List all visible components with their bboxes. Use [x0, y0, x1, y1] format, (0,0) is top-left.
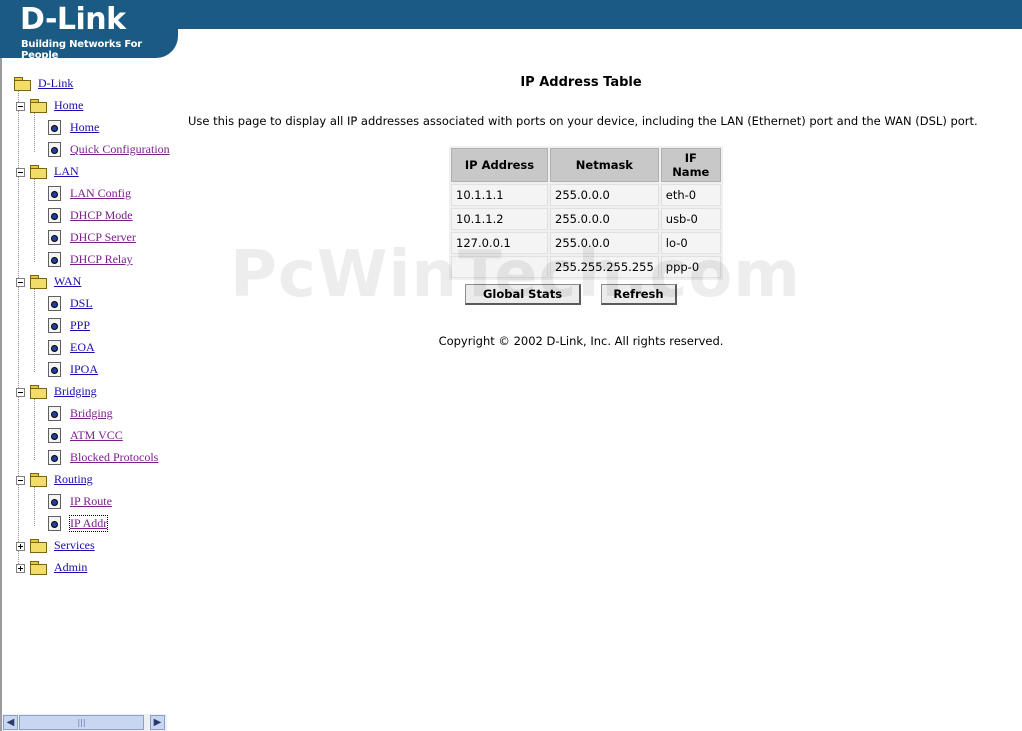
refresh-button[interactable]: Refresh	[601, 284, 677, 305]
expand-icon[interactable]	[16, 564, 25, 573]
cell-netmask: 255.0.0.0	[550, 208, 659, 230]
ip-address-table: IP Address Netmask IF Name 10.1.1.1 255.…	[449, 146, 723, 280]
main-content: IP Address Table Use this page to displa…	[175, 58, 1022, 731]
cell-ip-address: 127.0.0.1	[451, 232, 548, 254]
folder-icon	[30, 539, 47, 553]
sidebar-item-label[interactable]: IPOA	[70, 362, 98, 377]
tree-group-label[interactable]: LAN	[54, 164, 79, 179]
page-title: IP Address Table	[520, 75, 642, 90]
sidebar-item-label[interactable]: Blocked Protocols	[70, 450, 158, 465]
page-description: Use this page to display all IP addresse…	[188, 114, 978, 128]
global-stats-button[interactable]: Global Stats	[465, 284, 581, 305]
tree-line	[34, 486, 35, 526]
folder-open-icon	[30, 165, 47, 179]
tree-line	[34, 398, 35, 460]
cell-if-name: eth-0	[660, 184, 721, 206]
folder-icon	[14, 77, 31, 91]
table-row: 127.0.0.1 255.0.0.0 lo-0	[451, 232, 721, 254]
scroll-left-icon[interactable]: ◀	[3, 715, 18, 730]
sidebar-item-label[interactable]: Bridging	[70, 406, 113, 421]
sidebar-item-label[interactable]: Home	[70, 120, 99, 135]
page-icon	[48, 296, 61, 311]
table-row: 10.1.1.1 255.0.0.0 eth-0	[451, 184, 721, 206]
page-icon	[48, 450, 61, 465]
page-icon	[48, 230, 61, 245]
tree-group-label[interactable]: Routing	[54, 472, 93, 487]
logo: D-Link Building Networks For People	[0, 0, 178, 61]
sidebar-item-label[interactable]: IP Route	[70, 494, 112, 509]
tree-line	[34, 112, 35, 152]
cell-if-name: lo-0	[660, 232, 721, 254]
folder-open-icon	[30, 473, 47, 487]
page-icon	[48, 318, 61, 333]
copyright-text: Copyright © 2002 D-Link, Inc. All rights…	[438, 334, 724, 348]
cell-netmask: 255.0.0.0	[550, 232, 659, 254]
sidebar-item-label[interactable]: IP Addr	[68, 515, 109, 532]
page-icon	[48, 406, 61, 421]
sidebar-item-label[interactable]: DSL	[70, 296, 93, 311]
folder-open-icon	[30, 385, 47, 399]
cell-netmask: 255.255.255.255	[550, 256, 659, 278]
column-header: IF Name	[660, 148, 721, 182]
sidebar-item-label[interactable]: Quick Configuration	[70, 142, 170, 157]
scroll-right-icon[interactable]: ▶	[150, 715, 165, 730]
column-header: Netmask	[550, 148, 659, 182]
tree-group-label[interactable]: Services	[54, 538, 95, 553]
expand-icon[interactable]	[16, 542, 25, 551]
cell-if-name: usb-0	[660, 208, 721, 230]
tree-group-label[interactable]: WAN	[54, 274, 81, 289]
collapse-icon[interactable]	[16, 168, 25, 177]
folder-open-icon	[30, 99, 47, 113]
page-icon	[48, 428, 61, 443]
collapse-icon[interactable]	[16, 102, 25, 111]
sidebar: D-Link Home Home Quick Configuration LAN…	[0, 58, 175, 731]
page-icon	[48, 494, 61, 509]
tree-line	[18, 90, 19, 572]
cell-ip-address	[451, 256, 548, 278]
sidebar-item-label[interactable]: LAN Config	[70, 186, 131, 201]
page-icon	[48, 362, 61, 377]
sidebar-item-label[interactable]: DHCP Mode	[70, 208, 133, 223]
collapse-icon[interactable]	[16, 476, 25, 485]
page-icon	[48, 516, 61, 531]
table-row: 255.255.255.255 ppp-0	[451, 256, 721, 278]
cell-ip-address: 10.1.1.1	[451, 184, 548, 206]
sidebar-item-label[interactable]: DHCP Relay	[70, 252, 133, 267]
logo-text: D-Link	[20, 2, 126, 37]
cell-if-name: ppp-0	[660, 256, 721, 278]
collapse-icon[interactable]	[16, 388, 25, 397]
folder-icon	[30, 561, 47, 575]
table-header-row: IP Address Netmask IF Name	[451, 148, 721, 182]
sidebar-item-label[interactable]: EOA	[70, 340, 95, 355]
cell-netmask: 255.0.0.0	[550, 184, 659, 206]
tree-group-label[interactable]: Home	[54, 98, 83, 113]
sidebar-item-label[interactable]: DHCP Server	[70, 230, 136, 245]
page-icon	[48, 340, 61, 355]
page-icon	[48, 252, 61, 267]
table-row: 10.1.1.2 255.0.0.0 usb-0	[451, 208, 721, 230]
page-icon	[48, 208, 61, 223]
header-banner: D-Link Building Networks For People	[0, 0, 1022, 61]
sidebar-item-label[interactable]: ATM VCC	[70, 428, 123, 443]
collapse-icon[interactable]	[16, 278, 25, 287]
folder-open-icon	[30, 275, 47, 289]
column-header: IP Address	[451, 148, 548, 182]
tree-line	[34, 288, 35, 372]
sidebar-horizontal-scrollbar[interactable]: ◀ ||| ▶	[2, 714, 167, 731]
scrollbar-thumb[interactable]: |||	[19, 715, 144, 730]
tree-group-label[interactable]: Admin	[54, 560, 87, 575]
page-icon	[48, 186, 61, 201]
tree-root-link[interactable]: D-Link	[38, 76, 73, 91]
tree-line	[34, 178, 35, 262]
page-icon	[48, 120, 61, 135]
tree-group-label[interactable]: Bridging	[54, 384, 97, 399]
page-icon	[48, 142, 61, 157]
cell-ip-address: 10.1.1.2	[451, 208, 548, 230]
sidebar-item-label[interactable]: PPP	[70, 318, 90, 333]
